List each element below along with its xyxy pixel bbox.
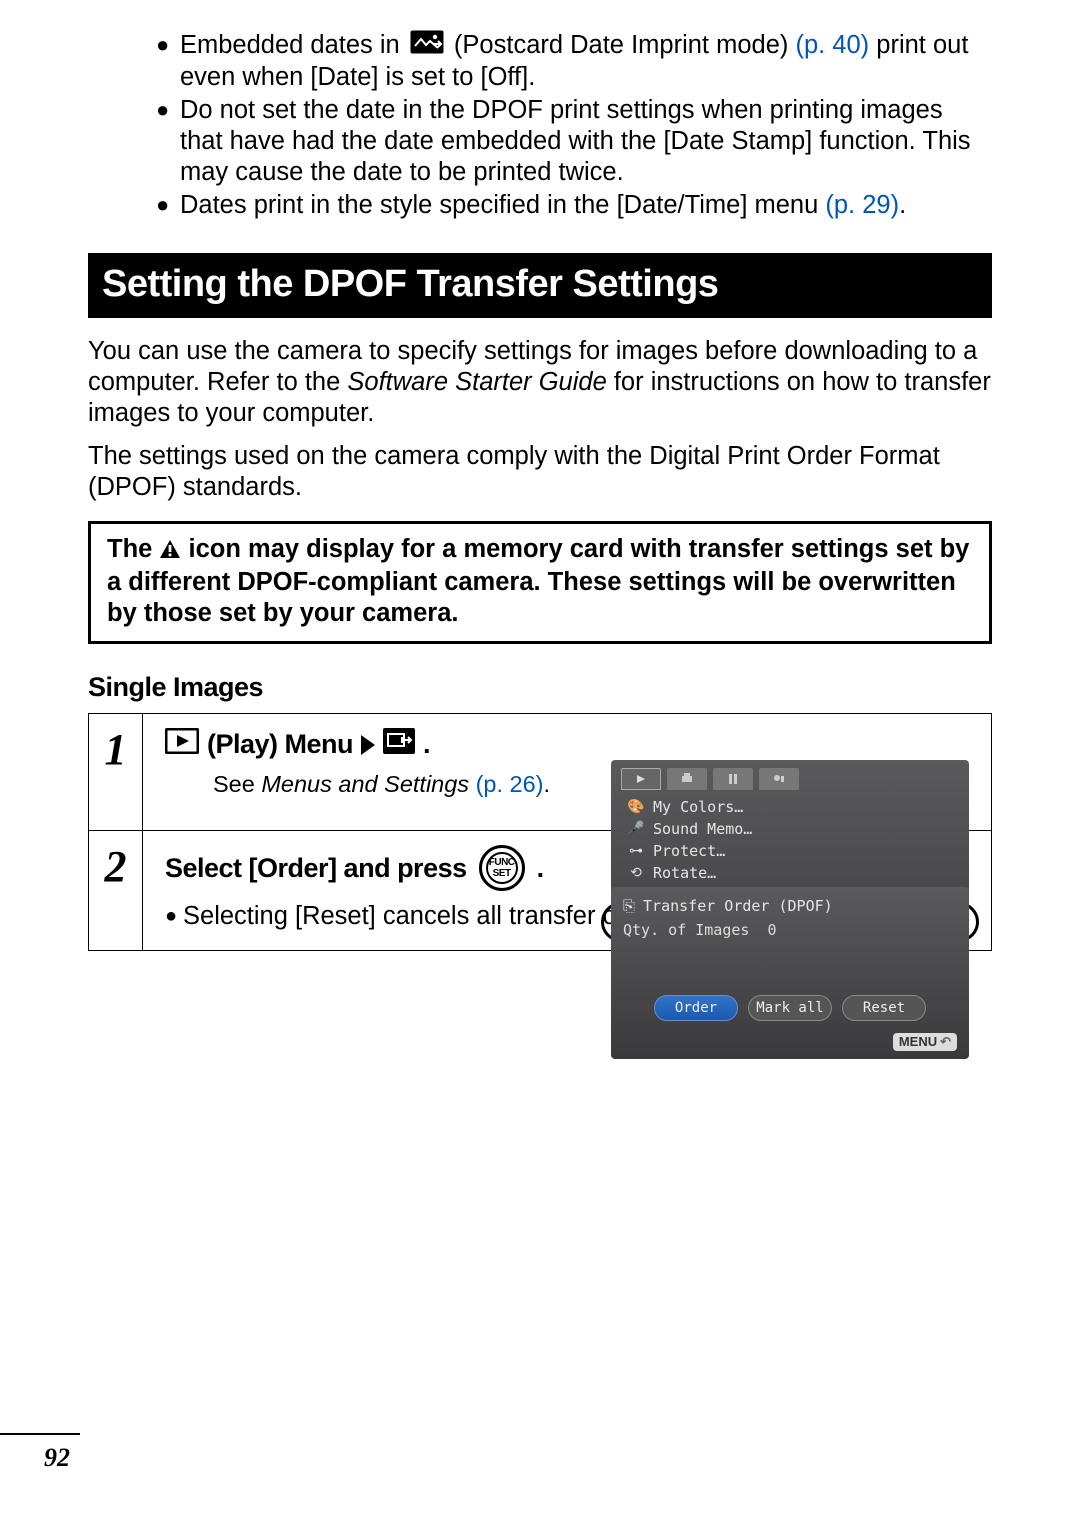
- step-number: 2: [89, 831, 143, 951]
- steps-table: 1 (Play) Menu: [88, 713, 992, 951]
- arrow-right-icon: [361, 735, 375, 755]
- step-row: 1 (Play) Menu: [89, 714, 992, 831]
- section-title: Setting the DPOF Transfer Settings: [88, 253, 992, 318]
- bullet-item: ● Embedded dates in (Postcard Date Impri…: [156, 30, 992, 93]
- bullet-item: ● Dates print in the style specified in …: [156, 190, 992, 221]
- menu-text: MENU: [899, 1034, 937, 1049]
- text: (Postcard Date Imprint mode): [454, 31, 796, 59]
- page-reference[interactable]: (p. 26): [476, 771, 544, 797]
- palette-icon: 🎨: [627, 799, 645, 815]
- menu-item-label: My Colors…: [653, 798, 743, 816]
- page-number-line: [0, 1433, 80, 1435]
- bullet-text: Embedded dates in (Postcard Date Imprint…: [180, 30, 992, 93]
- subheading: Single Images: [88, 672, 992, 703]
- period: .: [423, 729, 430, 760]
- tab-play: [621, 768, 661, 790]
- bullet-dot-icon: ●: [156, 95, 180, 188]
- text: See: [213, 771, 261, 797]
- func-label-bottom: SET: [493, 868, 511, 879]
- step-content: Select [Order] and press FUNCSET . ● Sel…: [143, 831, 992, 951]
- screen-header: ⎘ Transfer Order (DPOF): [623, 897, 957, 915]
- page-reference[interactable]: (p. 29): [825, 191, 899, 219]
- text: Embedded dates in: [180, 31, 407, 59]
- bullet-item: ● Do not set the date in the DPOF print …: [156, 95, 992, 188]
- qty-value: 0: [768, 921, 777, 939]
- step-row: 2 Select [Order] and press FUNCSET . ● S…: [89, 831, 992, 951]
- warning-text: The icon may display for a memory card w…: [107, 534, 973, 629]
- button-row: Order Mark all Reset: [623, 995, 957, 1021]
- page-number: 92: [44, 1443, 70, 1473]
- bullet-text: Dates print in the style specified in th…: [180, 190, 992, 221]
- step-heading: Select [Order] and press FUNCSET .: [165, 845, 969, 891]
- bullet-dot-icon: ●: [156, 190, 180, 221]
- warning-icon: [159, 536, 181, 567]
- bullet-dot-icon: ●: [165, 901, 183, 932]
- text: (Play) Menu: [207, 729, 353, 760]
- period: .: [537, 853, 544, 884]
- back-arrow-icon: ↶: [940, 1034, 951, 1050]
- mark-all-button: Mark all: [748, 995, 832, 1021]
- menu-tabs: [611, 760, 969, 794]
- text: Dates print in the style specified in th…: [180, 191, 825, 219]
- body-paragraph: The settings used on the camera comply w…: [88, 441, 992, 503]
- body-paragraph: You can use the camera to specify settin…: [88, 336, 992, 429]
- play-icon: [165, 728, 199, 761]
- menu-back-label: MENU↶: [893, 1033, 957, 1051]
- step-content: (Play) Menu . See Menus and Settings (p.…: [143, 714, 992, 831]
- text: .: [899, 191, 906, 219]
- step-heading: (Play) Menu .: [165, 728, 969, 761]
- top-bullets: ● Embedded dates in (Postcard Date Impri…: [156, 30, 992, 221]
- menu-item: 🎨 My Colors…: [621, 796, 959, 818]
- postcard-mode-icon: [410, 30, 444, 62]
- bullet-dot-icon: ●: [156, 30, 180, 93]
- tab-print: [667, 768, 707, 790]
- text-italic: Menus and Settings: [261, 771, 475, 797]
- bullet-text: Do not set the date in the DPOF print se…: [180, 95, 992, 188]
- page-reference[interactable]: (p. 40): [795, 31, 869, 59]
- warning-box: The icon may display for a memory card w…: [88, 521, 992, 644]
- transfer-order-icon: [383, 728, 415, 761]
- reset-button: Reset: [842, 995, 926, 1021]
- qty-label: Qty. of Images: [623, 921, 749, 939]
- order-button: Order: [654, 995, 738, 1021]
- qty-row: Qty. of Images 0: [623, 921, 957, 939]
- tab-setup: [713, 768, 753, 790]
- text: The: [107, 535, 159, 563]
- text: .: [544, 771, 551, 797]
- transfer-icon: ⎘: [623, 897, 635, 915]
- text: Select [Order] and press: [165, 853, 467, 884]
- func-label-top: FUNC: [489, 857, 515, 868]
- transfer-order-screenshot: ⎘ Transfer Order (DPOF) Qty. of Images 0…: [611, 887, 969, 1059]
- step-number: 1: [89, 714, 143, 831]
- func-set-button-icon: FUNCSET: [479, 845, 525, 891]
- text: icon may display for a memory card with …: [107, 535, 969, 627]
- tab-mycamera: [759, 768, 799, 790]
- screen-title: Transfer Order (DPOF): [643, 897, 833, 915]
